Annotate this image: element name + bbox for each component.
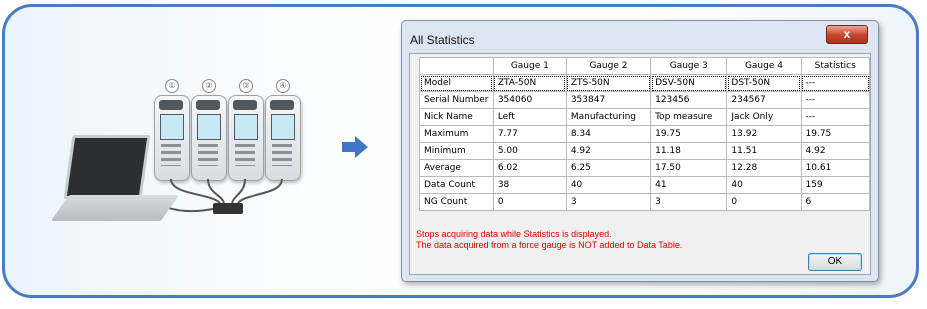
table-row[interactable]: Serial Number 354060 353847 123456 234567 --- bbox=[419, 91, 870, 109]
table-cell: ZTS-50N bbox=[565, 74, 652, 92]
table-cell: 234567 bbox=[726, 91, 802, 109]
row-label: Nick Name bbox=[419, 108, 494, 126]
table-cell: --- bbox=[800, 108, 870, 126]
table-row[interactable]: Model ZTA-50N ZTS-50N DSV-50N DST-50N --- bbox=[419, 74, 870, 92]
usb-hub-icon bbox=[213, 203, 243, 214]
dialog-titlebar[interactable]: All Statistics x bbox=[402, 21, 878, 51]
table-cell: 19.75 bbox=[650, 125, 728, 143]
close-icon: x bbox=[843, 27, 851, 41]
table-cell: 6 bbox=[800, 193, 870, 211]
table-cell: 5.00 bbox=[492, 142, 567, 160]
close-button[interactable]: x bbox=[826, 25, 868, 44]
laptop-icon bbox=[63, 135, 151, 199]
header-cell-empty bbox=[419, 57, 494, 75]
statistics-table: Gauge 1 Gauge 2 Gauge 3 Gauge 4 Statistics M… bbox=[419, 57, 870, 211]
table-cell: 159 bbox=[800, 176, 870, 194]
table-cell: 3 bbox=[650, 193, 728, 211]
table-cell: 353847 bbox=[565, 91, 652, 109]
row-label: Data Count bbox=[419, 176, 494, 194]
all-statistics-dialog: All Statistics x Gauge 1 Gauge 2 Gauge 3 Ga… bbox=[401, 20, 879, 282]
table-cell: 40 bbox=[726, 176, 802, 194]
table-header-row: Gauge 1 Gauge 2 Gauge 3 Gauge 4 Statistics bbox=[419, 57, 870, 75]
note-line-2: The data acquired from a force gauge is … bbox=[416, 240, 683, 250]
arrow-right-icon bbox=[342, 136, 368, 158]
table-cell: --- bbox=[800, 91, 870, 109]
table-cell: 8.34 bbox=[565, 125, 652, 143]
table-row[interactable]: Data Count 38 40 41 40 159 bbox=[419, 176, 870, 194]
table-cell: 4.92 bbox=[800, 142, 870, 160]
table-cell: 354060 bbox=[492, 91, 567, 109]
row-label: Model bbox=[419, 74, 494, 92]
ok-button[interactable]: OK bbox=[808, 253, 862, 271]
table-cell: 17.50 bbox=[650, 159, 728, 177]
table-cell: 41 bbox=[650, 176, 728, 194]
table-cell: 40 bbox=[565, 176, 652, 194]
table-row[interactable]: Average 6.02 6.25 17.50 12.28 10.61 bbox=[419, 159, 870, 177]
header-cell: Gauge 3 bbox=[650, 57, 728, 75]
row-label: Serial Number bbox=[419, 91, 494, 109]
header-cell: Statistics bbox=[800, 57, 870, 75]
table-cell: DSV-50N bbox=[650, 74, 728, 92]
row-label: NG Count bbox=[419, 193, 494, 211]
table-cell: 7.77 bbox=[492, 125, 567, 143]
table-cell: 0 bbox=[726, 193, 802, 211]
table-cell: 19.75 bbox=[800, 125, 870, 143]
table-cell: Left bbox=[492, 108, 567, 126]
table-cell: 11.18 bbox=[650, 142, 728, 160]
row-label: Average bbox=[419, 159, 494, 177]
table-row[interactable]: Maximum 7.77 8.34 19.75 13.92 19.75 bbox=[419, 125, 870, 143]
dialog-title: All Statistics bbox=[410, 33, 475, 47]
table-cell: 3 bbox=[565, 193, 652, 211]
table-cell: 38 bbox=[492, 176, 567, 194]
table-cell: 0 bbox=[492, 193, 567, 211]
table-cell: 123456 bbox=[650, 91, 728, 109]
table-cell: 13.92 bbox=[726, 125, 802, 143]
table-row[interactable]: Minimum 5.00 4.92 11.18 11.51 4.92 bbox=[419, 142, 870, 160]
table-cell: Top measure bbox=[650, 108, 728, 126]
table-cell: 11.51 bbox=[726, 142, 802, 160]
table-cell: Manufacturing bbox=[565, 108, 652, 126]
table-cell: 12.28 bbox=[726, 159, 802, 177]
table-row[interactable]: NG Count 0 3 3 0 6 bbox=[419, 193, 870, 211]
header-cell: Gauge 2 bbox=[565, 57, 652, 75]
row-label: Maximum bbox=[419, 125, 494, 143]
laptop-keyboard bbox=[50, 195, 180, 221]
table-row[interactable]: Nick Name Left Manufacturing Top measure Jac… bbox=[419, 108, 870, 126]
table-cell: 6.25 bbox=[565, 159, 652, 177]
table-cell: 4.92 bbox=[565, 142, 652, 160]
table-cell: 6.02 bbox=[492, 159, 567, 177]
header-cell: Gauge 4 bbox=[726, 57, 802, 75]
table-cell: ZTA-50N bbox=[492, 74, 567, 92]
connection-illustration: ① ② ③ ④ bbox=[50, 75, 320, 275]
row-label: Minimum bbox=[419, 142, 494, 160]
table-cell: DST-50N bbox=[726, 74, 802, 92]
header-cell: Gauge 1 bbox=[492, 57, 567, 75]
dialog-client-area: Gauge 1 Gauge 2 Gauge 3 Gauge 4 Statistics M… bbox=[409, 53, 871, 275]
table-cell: Jack Only bbox=[726, 108, 802, 126]
table-cell: 10.61 bbox=[800, 159, 870, 177]
table-cell: --- bbox=[800, 74, 870, 92]
note-line-1: Stops acquiring data while Statistics is… bbox=[416, 229, 612, 239]
